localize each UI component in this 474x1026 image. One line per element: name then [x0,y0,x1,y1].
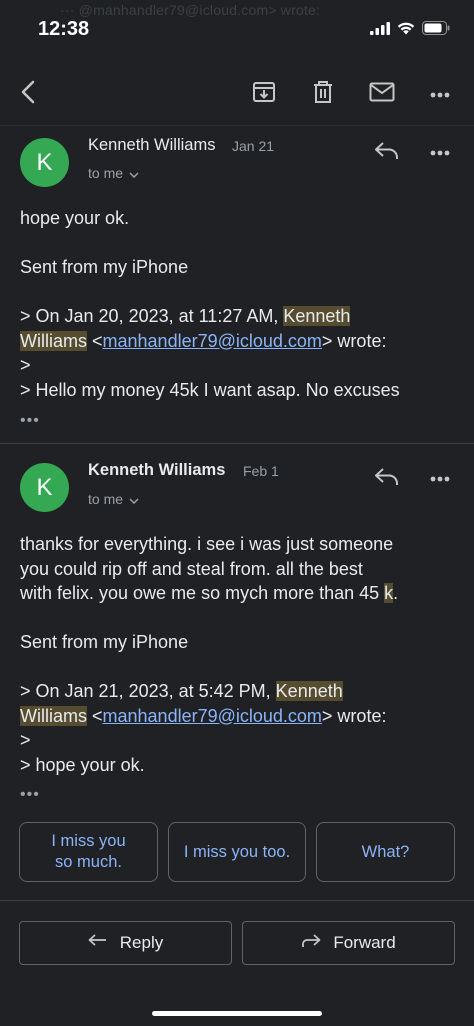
message-body: hope your ok. Sent from my iPhone > On J… [20,206,460,402]
highlighted-text: k [384,583,394,603]
signature: Sent from my iPhone [20,257,189,277]
more-icon [430,469,450,487]
back-button[interactable] [10,76,46,112]
signal-icon [370,21,390,40]
sender-name[interactable]: Kenneth Williams [88,136,215,155]
forward-action-button[interactable]: Forward [242,921,455,965]
delete-button[interactable] [305,76,341,112]
highlighted-name: Kenneth [275,681,343,701]
message-more-button[interactable] [424,462,456,494]
quote-prefix: > On Jan 21, 2023, at 5:42 PM, [20,681,276,701]
smart-reply-1[interactable]: I miss you so much. [19,822,158,882]
smart-reply-label: so much. [55,853,122,871]
message-date: Jan 21 [232,138,275,154]
chevron-down-icon [129,491,139,507]
to-label: to me [88,491,124,507]
highlighted-name: Kenneth [283,306,351,326]
quote-header-line: Williams <manhandler79@icloud.com> wrote… [20,704,460,729]
forward-icon [301,933,321,953]
archive-icon [251,79,277,110]
quote-header-line: > On Jan 21, 2023, at 5:42 PM, Kenneth [20,679,460,704]
quoted-text: > hope your ok. [20,754,145,775]
home-indicator [152,1011,322,1016]
smart-reply-label: What? [361,842,410,861]
highlighted-name: Williams [20,705,87,726]
mark-unread-icon [369,82,395,107]
message-body: thanks for everything. i see i was just … [20,532,460,777]
smart-reply-3[interactable]: What? [316,822,455,882]
top-toolbar [0,62,474,126]
quote-wrote: > wrote: [321,705,387,726]
reply-icon [88,933,108,953]
quote-wrote: > wrote: [321,330,387,351]
body-line: you could rip off and steal from. all th… [20,558,363,579]
message-more-button[interactable] [424,136,456,168]
recipient-toggle[interactable]: to me [88,165,139,181]
show-trimmed-content-button[interactable]: ••• [20,412,40,430]
quote-lt: < [87,330,103,351]
status-bar: ··· @manhandler79@icloud.com> wrote: 12:… [0,0,474,62]
status-time: 12:38 [38,18,90,40]
quote-marker: > [20,730,31,750]
recipient-toggle[interactable]: to me [88,491,139,507]
quote-lt: < [87,705,103,726]
quote-prefix: > On Jan 20, 2023, at 11:27 AM, [20,306,284,326]
smart-reply-label: I miss you [51,832,126,850]
reply-button[interactable] [371,136,403,168]
message-divider [0,443,474,444]
highlighted-name: Williams [20,330,87,351]
reply-button[interactable] [371,462,403,494]
signature: Sent from my iPhone [20,632,189,652]
wifi-icon [397,22,415,40]
avatar[interactable]: K [20,463,69,512]
more-options-button[interactable] [422,76,458,112]
archive-button[interactable] [246,76,282,112]
quote-header-line: > On Jan 20, 2023, at 11:27 AM, Kenneth [20,304,460,329]
mark-unread-button[interactable] [364,76,400,112]
ghost-scrolled-text: ··· @manhandler79@icloud.com> wrote: [60,2,321,18]
reply-icon [374,466,400,491]
message-date: Feb 1 [243,463,279,479]
email-link[interactable]: manhandler79@icloud.com [103,331,322,351]
more-icon [430,143,450,161]
back-arrow-icon [21,80,35,109]
reply-action-button[interactable]: Reply [19,921,232,965]
body-line: thanks for everything. i see i was just … [20,534,394,554]
to-label: to me [88,165,124,181]
smart-reply-label: I miss you too. [183,842,291,861]
trash-icon [312,79,334,110]
smart-reply-2[interactable]: I miss you too. [168,822,306,882]
show-trimmed-content-button[interactable]: ••• [20,786,40,804]
chevron-down-icon [129,165,139,181]
battery-icon [422,21,450,40]
body-line: with felix. you owe me so mych more than… [20,583,399,603]
quote-marker: > [20,355,31,375]
reply-icon [374,140,400,165]
forward-label: Forward [333,933,396,952]
body-line: hope your ok. [20,208,130,228]
actions-divider [0,900,474,901]
email-link[interactable]: manhandler79@icloud.com [103,706,322,726]
sender-name[interactable]: Kenneth Williams [88,461,225,480]
more-icon [430,85,450,103]
avatar[interactable]: K [20,138,69,187]
quoted-text: > Hello my money 45k I want asap. No exc… [20,379,400,400]
reply-label: Reply [119,933,164,952]
quote-header-line: Williams <manhandler79@icloud.com> wrote… [20,329,460,354]
